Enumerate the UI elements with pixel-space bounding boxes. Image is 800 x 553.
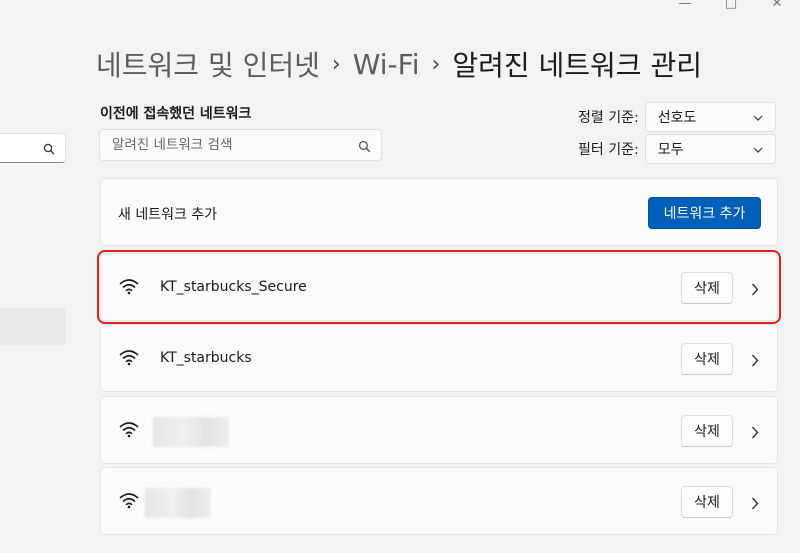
close-button[interactable]: ✕ [754,0,800,12]
network-name: KT_starbucks_Secure [160,279,307,295]
wifi-icon [118,491,140,513]
delete-button[interactable]: 삭제 [681,486,733,518]
network-item[interactable]: 삭제 [100,396,778,464]
sort-select[interactable]: 선호도 [644,102,776,132]
add-network-card: 새 네트워크 추가 네트워크 추가 [100,178,778,246]
search-icon [43,140,55,159]
chevron-right-icon[interactable] [751,424,759,443]
network-search-box[interactable] [99,129,382,161]
chevron-right-icon[interactable] [751,281,759,300]
network-item[interactable]: 삭제 [100,467,778,535]
filter-value: 모두 [657,142,684,158]
sort-value: 선호도 [657,110,697,126]
redacted-network-name [145,488,211,518]
minimize-button[interactable]: — [662,0,708,12]
delete-button[interactable]: 삭제 [681,272,733,304]
section-title: 이전에 접속했던 네트워크 [100,106,252,122]
delete-button[interactable]: 삭제 [681,415,733,447]
add-network-button[interactable]: 네트워크 추가 [648,197,761,229]
maximize-button[interactable]: □ [708,0,754,12]
redacted-network-name [153,417,229,447]
wifi-icon [118,348,140,370]
breadcrumb: 네트워크 및 인터넷 › Wi-Fi › 알려진 네트워크 관리 [96,44,702,84]
filter-select[interactable]: 모두 [644,134,776,164]
chevron-right-icon: › [331,51,341,77]
delete-button[interactable]: 삭제 [681,343,733,375]
network-name: KT_starbucks [160,350,252,366]
sort-label: 정렬 기준: [578,110,639,126]
sidebar-item-selected[interactable] [0,308,66,345]
chevron-right-icon[interactable] [751,495,759,514]
chevron-down-icon [753,109,763,125]
chevron-down-icon [753,141,763,157]
search-icon [358,138,371,157]
window-controls: — □ ✕ [662,0,800,12]
search-input[interactable] [100,130,364,160]
add-network-label: 새 네트워크 추가 [118,207,218,223]
wifi-icon [118,277,140,299]
breadcrumb-item-network[interactable]: 네트워크 및 인터넷 [96,44,320,84]
chevron-right-icon[interactable] [751,352,759,371]
sidebar-search-input[interactable] [0,133,66,163]
filter-label: 필터 기준: [578,142,639,158]
chevron-right-icon: › [431,51,441,77]
sort-row: 정렬 기준: 선호도 [578,102,776,132]
network-item[interactable]: KT_starbucks_Secure 삭제 [97,250,781,324]
breadcrumb-item-wifi[interactable]: Wi-Fi [353,48,420,81]
filter-row: 필터 기준: 모두 [578,134,776,164]
network-item[interactable]: KT_starbucks 삭제 [100,324,778,392]
wifi-icon [118,420,140,442]
page-title: 알려진 네트워크 관리 [452,49,702,82]
